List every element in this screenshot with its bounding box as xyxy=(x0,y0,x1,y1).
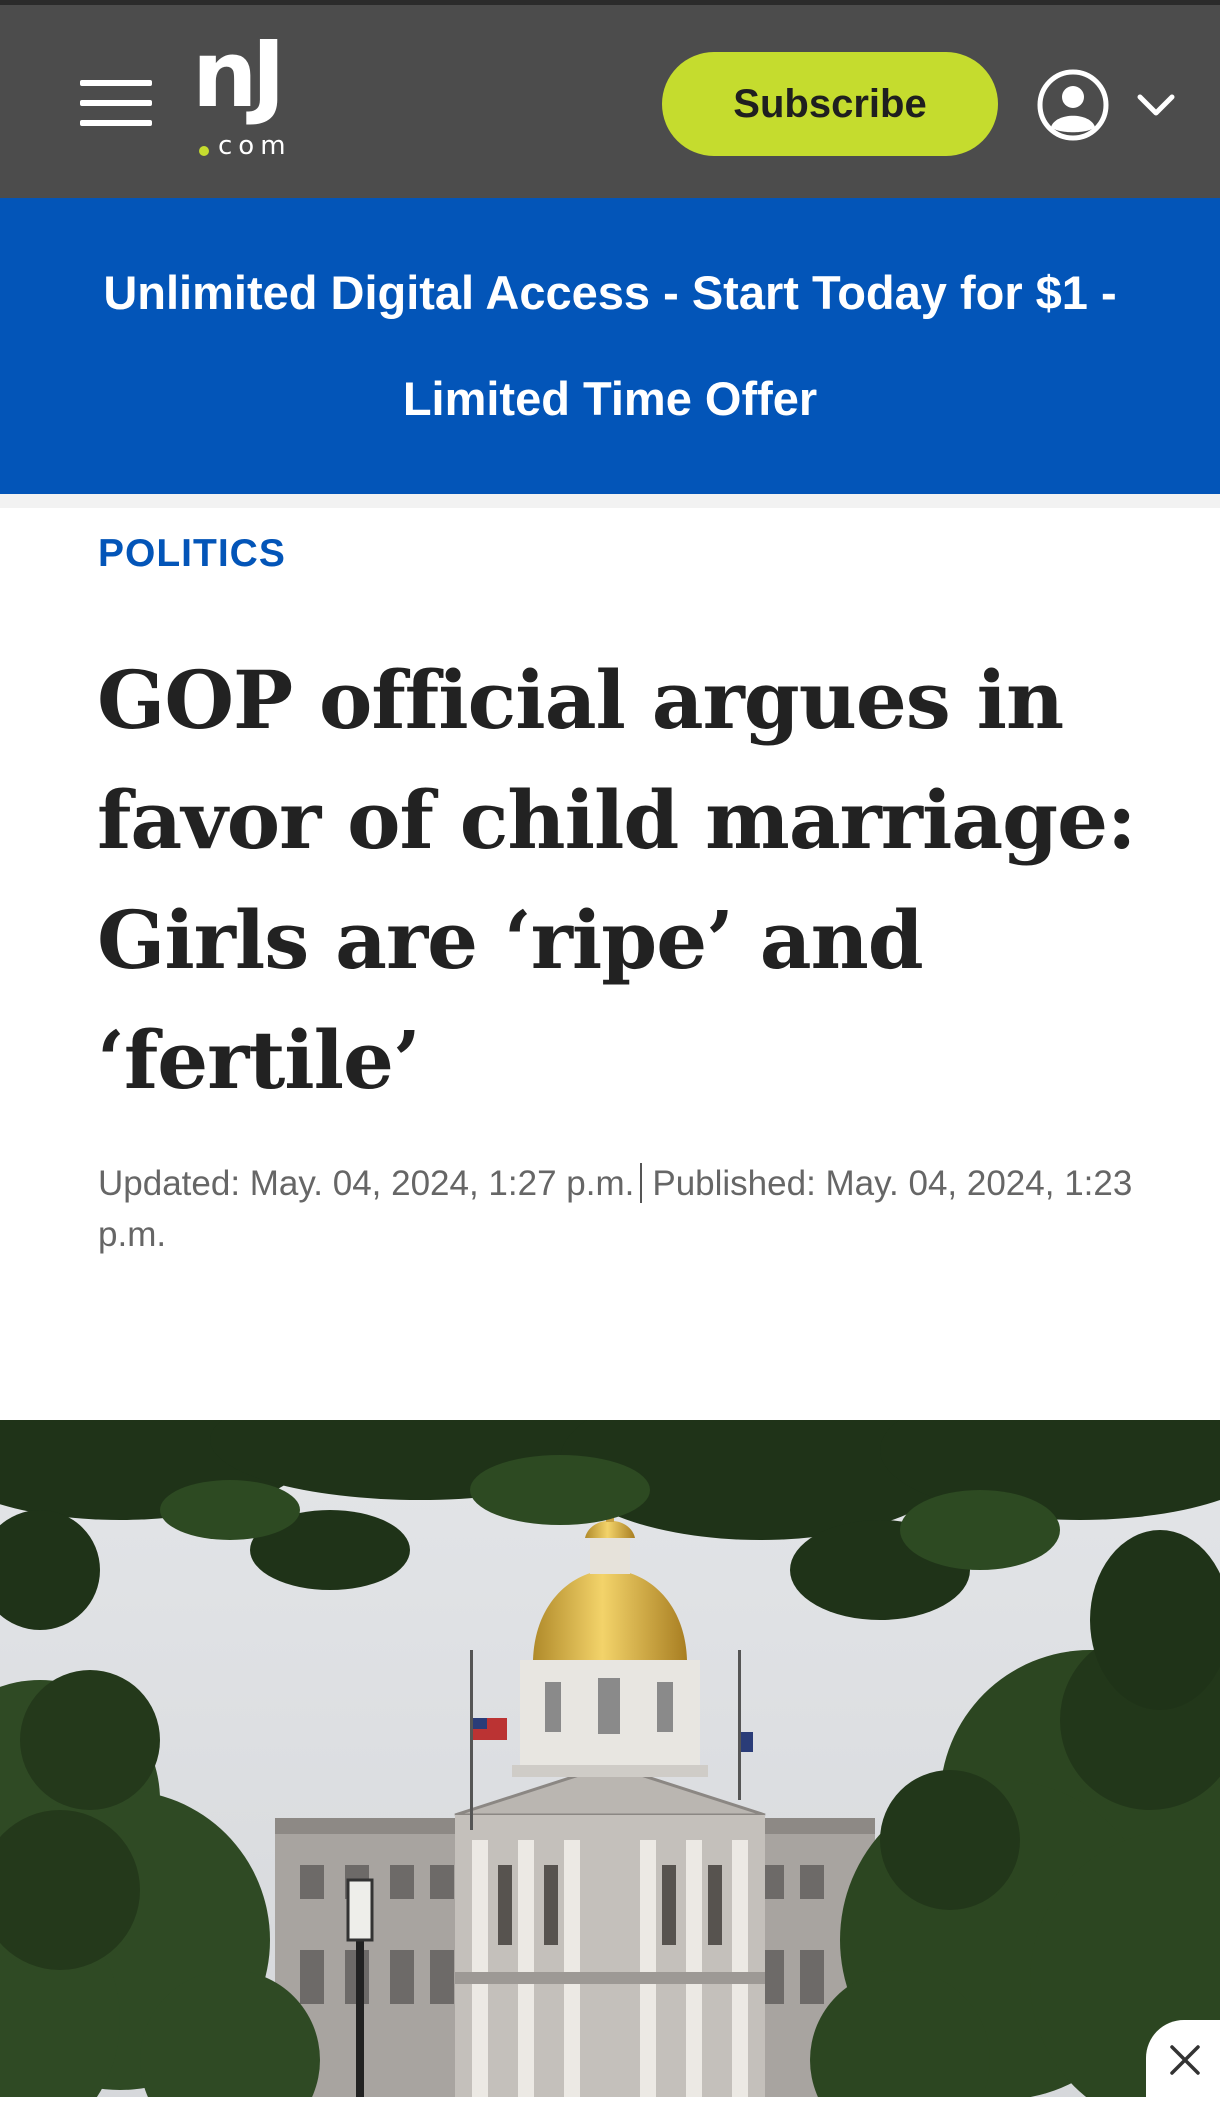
article-dateline: Updated: May. 04, 2024, 1:27 p.m. Publish… xyxy=(98,1158,1138,1260)
chevron-down-icon xyxy=(1137,94,1175,116)
divider xyxy=(0,494,1220,508)
state-house-photo xyxy=(0,1420,1220,2097)
dateline-divider xyxy=(640,1163,643,1203)
hamburger-menu-icon[interactable] xyxy=(80,80,152,130)
logo-sub: com xyxy=(218,131,292,161)
subscribe-button[interactable]: Subscribe xyxy=(662,52,998,156)
close-button[interactable] xyxy=(1146,2020,1220,2097)
promo-text: Unlimited Digital Access - Start Today f… xyxy=(103,266,1117,425)
category-link[interactable]: POLITICS xyxy=(98,532,286,576)
updated-date: Updated: May. 04, 2024, 1:27 p.m. xyxy=(98,1164,635,1203)
account-icon xyxy=(1037,69,1109,141)
account-menu[interactable] xyxy=(1036,65,1186,145)
article-headline: GOP official argues in favor of child ma… xyxy=(97,653,1137,1107)
close-icon xyxy=(1170,2045,1200,2075)
logo-dot xyxy=(199,146,209,156)
article-photo xyxy=(0,1420,1220,2097)
nj-logo[interactable]: nJ com xyxy=(192,29,320,165)
promo-banner[interactable]: Unlimited Digital Access - Start Today f… xyxy=(0,198,1220,494)
site-header: nJ com Subscribe xyxy=(0,5,1220,198)
logo-wordmark: nJ xyxy=(192,21,286,128)
